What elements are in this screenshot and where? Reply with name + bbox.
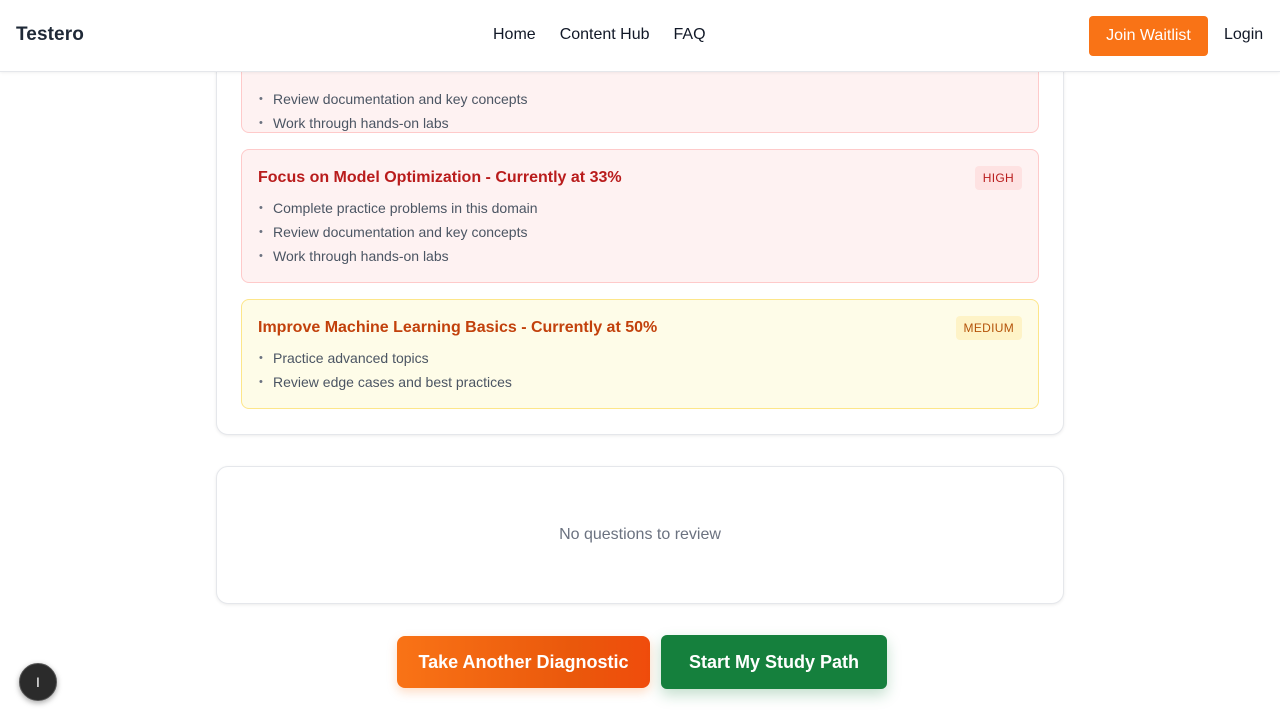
list-item: Review documentation and key concepts xyxy=(258,87,1022,111)
main-nav: Home Content Hub FAQ xyxy=(493,26,706,44)
priority-badge: HIGH xyxy=(974,166,1022,190)
recommendation-list: Practice advanced topics Review edge cas… xyxy=(258,346,1022,394)
review-questions-card: No questions to review xyxy=(216,466,1064,604)
take-another-diagnostic-button[interactable]: Take Another Diagnostic xyxy=(397,636,650,688)
list-item: Practice advanced topics xyxy=(258,346,1022,370)
recommendation-item: Improve Machine Learning Basics - Curren… xyxy=(241,299,1039,409)
empty-state-text: No questions to review xyxy=(559,526,721,543)
login-link[interactable]: Login xyxy=(1224,26,1263,44)
nav-faq[interactable]: FAQ xyxy=(674,26,706,44)
list-item: Work through hands-on labs xyxy=(258,111,1022,135)
nav-home[interactable]: Home xyxy=(493,26,536,44)
recommendation-list: Review documentation and key concepts Wo… xyxy=(258,87,1022,135)
site-header: Testero Home Content Hub FAQ Join Waitli… xyxy=(0,0,1280,72)
list-item: Work through hands-on labs xyxy=(258,244,1022,268)
start-study-path-button[interactable]: Start My Study Path xyxy=(661,635,887,689)
list-item: Complete practice problems in this domai… xyxy=(258,196,1022,220)
recommendation-title: Improve Machine Learning Basics - Curren… xyxy=(258,319,658,336)
list-item: Review edge cases and best practices xyxy=(258,370,1022,394)
recommendation-title: Focus on Model Optimization - Currently … xyxy=(258,169,622,186)
recommendation-list: Complete practice problems in this domai… xyxy=(258,196,1022,268)
recommendation-item: Focus on Model Optimization - Currently … xyxy=(241,149,1039,283)
logo[interactable]: Testero xyxy=(16,24,84,46)
list-item: Review documentation and key concepts xyxy=(258,220,1022,244)
join-waitlist-button[interactable]: Join Waitlist xyxy=(1089,16,1208,56)
priority-badge: MEDIUM xyxy=(955,316,1022,340)
nav-content-hub[interactable]: Content Hub xyxy=(560,26,650,44)
floating-action-button[interactable]: I xyxy=(19,663,57,701)
